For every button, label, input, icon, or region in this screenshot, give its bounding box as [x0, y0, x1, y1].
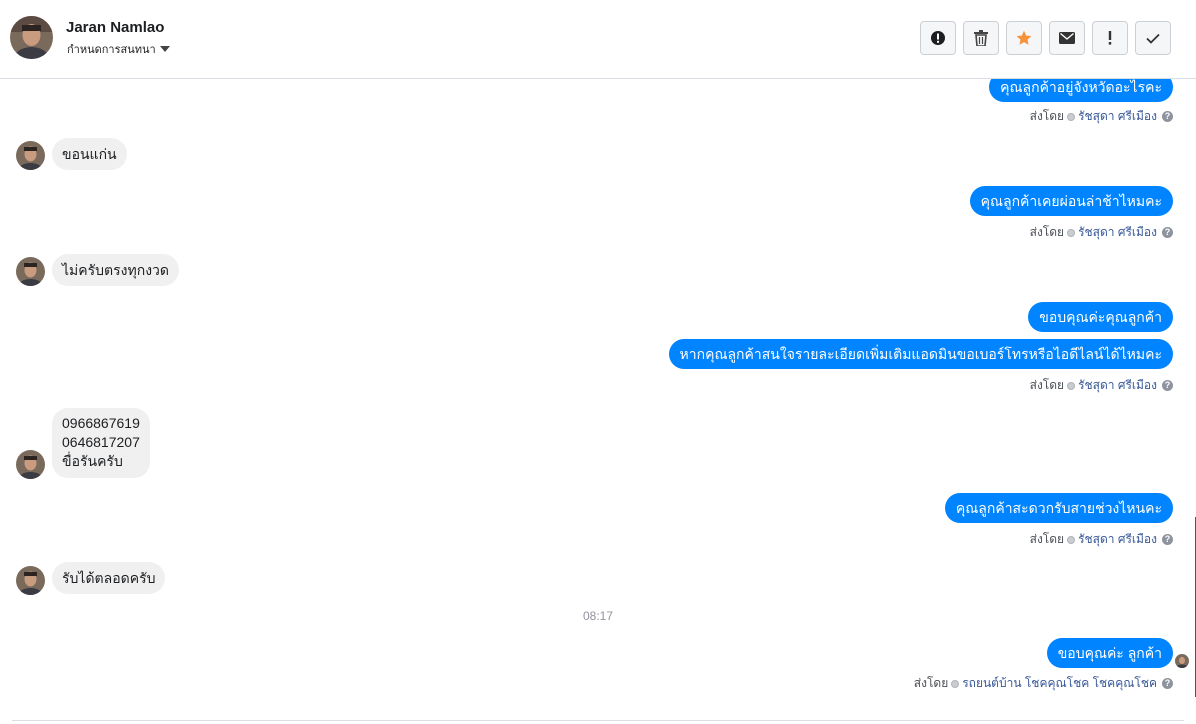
message-text: ขอนแก่น — [62, 146, 117, 162]
sent-by-label: ส่งโดย — [1029, 109, 1065, 123]
mark-done-button[interactable] — [1135, 21, 1171, 55]
help-icon[interactable]: ? — [1162, 227, 1173, 238]
sent-by-info: ส่งโดย รถยนต์บ้าน โชคคุณโชค โชคคุณโชค ? — [914, 674, 1173, 693]
agent-status-icon — [1067, 381, 1076, 390]
agent-status-icon — [951, 679, 960, 688]
message-bubble-incoming[interactable]: ขอนแก่น — [52, 138, 127, 170]
sent-by-info: ส่งโดย รัชสุดา ศรีเมือง ? — [1030, 376, 1173, 395]
timestamp-divider: 08:17 — [582, 609, 614, 623]
composer-top-border — [12, 720, 1184, 722]
mark-spam-button[interactable] — [920, 21, 956, 55]
message-bubble-incoming[interactable]: 0966867619 0646817207 ขื่อรันครับ — [52, 408, 150, 478]
message-bubble-outgoing[interactable]: คุณลูกค้าสะดวกรับสายช่วงไหนคะ — [944, 493, 1173, 523]
alert-circle-icon — [931, 31, 945, 45]
sent-by-info: ส่งโดย รัชสุดา ศรีเมือง ? — [1030, 107, 1173, 126]
agent-name-link[interactable]: รัชสุดา ศรีเมือง — [1078, 530, 1157, 549]
sent-by-label: ส่งโดย — [1029, 225, 1065, 239]
message-bubble-outgoing[interactable]: ขอบคุณค่ะ ลูกค้า — [1046, 638, 1173, 668]
envelope-icon — [1059, 32, 1075, 44]
agent-name-link[interactable]: รัชสุดา ศรีเมือง — [1078, 107, 1157, 126]
message-text: รับได้ตลอดครับ — [62, 570, 156, 586]
help-icon[interactable]: ? — [1162, 534, 1173, 545]
message-bubble-outgoing[interactable]: ขอบคุณค่ะคุณลูกค้า — [1028, 302, 1173, 332]
sent-by-label: ส่งโดย — [1029, 532, 1065, 546]
agent-status-icon — [1067, 228, 1076, 237]
message-text: หากคุณลูกค้าสนใจรายละเอียดเพิ่มเติมแอดมิ… — [679, 346, 1162, 362]
message-bubble-incoming[interactable]: ไม่ครับตรงทุกงวด — [52, 254, 179, 286]
conversation-settings-label: กำหนดการสนทนา — [67, 44, 156, 56]
trash-icon — [974, 30, 988, 46]
agent-name-link[interactable]: รัชสุดา ศรีเมือง — [1078, 376, 1157, 395]
seen-by-avatar — [1175, 654, 1189, 668]
sent-by-label: ส่งโดย — [913, 676, 949, 690]
agent-name-link[interactable]: รถยนต์บ้าน โชคคุณโชค โชคคุณโชค — [962, 674, 1157, 693]
follow-up-button[interactable] — [1092, 21, 1128, 55]
check-icon — [1146, 33, 1160, 44]
conversation-toolbar — [920, 21, 1171, 55]
message-text-line: 0966867619 — [62, 415, 140, 431]
contact-avatar-small — [16, 257, 45, 286]
message-text: ไม่ครับตรงทุกงวด — [62, 262, 169, 278]
message-bubble-incoming[interactable]: รับได้ตลอดครับ — [52, 562, 166, 594]
contact-name: Jaran Namlao — [66, 19, 165, 36]
star-button[interactable] — [1006, 21, 1042, 55]
exclamation-icon — [1108, 31, 1112, 45]
contact-avatar-small — [16, 450, 45, 479]
conversation-settings-dropdown[interactable]: กำหนดการสนทนา — [67, 40, 170, 58]
agent-status-icon — [1067, 112, 1076, 121]
help-icon[interactable]: ? — [1162, 678, 1173, 689]
help-icon[interactable]: ? — [1162, 111, 1173, 122]
message-thread[interactable]: คุณลูกค้าอยู่จังหวัดอะไรคะ ส่งโดย รัชสุด… — [0, 79, 1196, 724]
message-text: ขอบคุณค่ะคุณลูกค้า — [1039, 309, 1162, 325]
message-text: ขอบคุณค่ะ ลูกค้า — [1057, 645, 1162, 661]
sent-by-info: ส่งโดย รัชสุดา ศรีเมือง ? — [1030, 223, 1173, 242]
delete-button[interactable] — [963, 21, 999, 55]
sent-by-info: ส่งโดย รัชสุดา ศรีเมือง ? — [1030, 530, 1173, 549]
agent-name-link[interactable]: รัชสุดา ศรีเมือง — [1078, 223, 1157, 242]
message-text: คุณลูกค้าสะดวกรับสายช่วงไหนคะ — [955, 500, 1162, 516]
message-text: คุณลูกค้าอยู่จังหวัดอะไรคะ — [1000, 79, 1162, 95]
message-bubble-outgoing[interactable]: หากคุณลูกค้าสนใจรายละเอียดเพิ่มเติมแอดมิ… — [668, 339, 1173, 369]
mark-unread-button[interactable] — [1049, 21, 1085, 55]
message-text-line: 0646817207 — [62, 434, 140, 450]
agent-status-icon — [1067, 535, 1076, 544]
sent-by-label: ส่งโดย — [1029, 378, 1065, 392]
message-bubble-outgoing[interactable]: คุณลูกค้าอยู่จังหวัดอะไรคะ — [989, 79, 1173, 102]
conversation-header: Jaran Namlao กำหนดการสนทนา — [0, 0, 1196, 79]
star-icon — [1016, 30, 1032, 45]
help-icon[interactable]: ? — [1162, 380, 1173, 391]
contact-avatar-small — [16, 141, 45, 170]
message-bubble-outgoing[interactable]: คุณลูกค้าเคยผ่อนล่าช้าไหมคะ — [969, 186, 1173, 216]
contact-avatar[interactable] — [10, 16, 53, 59]
message-text-line: ขื่อรันครับ — [62, 453, 123, 469]
message-text: คุณลูกค้าเคยผ่อนล่าช้าไหมคะ — [980, 193, 1162, 209]
contact-avatar-small — [16, 566, 45, 595]
chevron-down-icon — [159, 46, 170, 52]
